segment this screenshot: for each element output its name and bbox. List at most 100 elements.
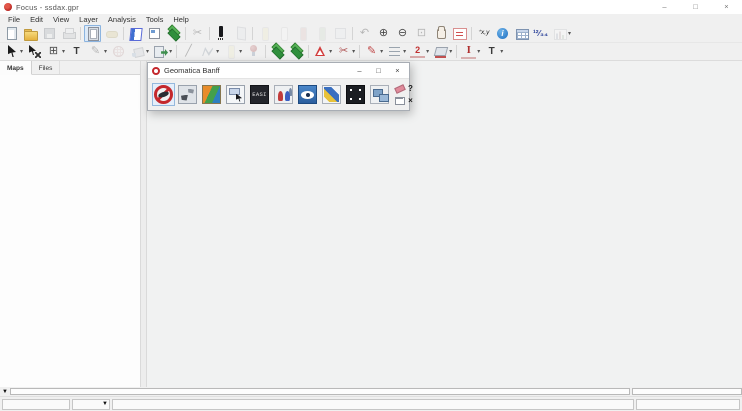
menu-analysis[interactable]: Analysis: [103, 14, 141, 25]
dropdown-arrow-icon[interactable]: ▾: [329, 48, 332, 55]
explorer-button[interactable]: [272, 83, 295, 106]
numeric-values-button[interactable]: ¹²⁄₃₄: [532, 25, 549, 42]
chart-button[interactable]: ▾: [551, 25, 572, 42]
identify-button[interactable]: i: [494, 25, 511, 42]
map-mosaic-button[interactable]: [200, 83, 223, 106]
zoom-scale-button[interactable]: [451, 25, 468, 42]
maximize-button[interactable]: □: [680, 0, 711, 14]
scroll-corner-button[interactable]: ▼: [0, 387, 10, 396]
tab-maps[interactable]: Maps: [0, 61, 32, 75]
zoom-in-button[interactable]: ⊕: [375, 25, 392, 42]
polyline-tool-button[interactable]: ▾: [199, 43, 220, 60]
dropdown-arrow-icon[interactable]: ▾: [426, 48, 429, 55]
close-tools-button[interactable]: ×: [405, 94, 416, 106]
dropdown-arrow-icon[interactable]: ▾: [169, 48, 172, 55]
line-style-button[interactable]: ▾: [386, 43, 407, 60]
status-dropdown-icon[interactable]: ▼: [102, 401, 109, 407]
print-button[interactable]: [60, 25, 77, 42]
dropdown-arrow-icon[interactable]: ▾: [568, 30, 571, 37]
tab-files[interactable]: Files: [32, 61, 61, 74]
modeler-button[interactable]: [224, 83, 247, 106]
import-layer-button[interactable]: ▾: [152, 43, 173, 60]
palette-green-button[interactable]: [313, 25, 330, 42]
banff-maximize-button[interactable]: □: [369, 63, 388, 78]
fly-button[interactable]: [296, 83, 319, 106]
fill-bucket-button[interactable]: ▾: [129, 43, 150, 60]
menu-help[interactable]: Help: [168, 14, 193, 25]
text-italic-style-button[interactable]: I▾: [460, 43, 481, 60]
swipe-button[interactable]: [213, 25, 230, 42]
clip-tool-button[interactable]: ✂▾: [335, 43, 356, 60]
fill-style-button[interactable]: ▾: [432, 43, 453, 60]
close-button[interactable]: ×: [711, 0, 742, 14]
text-tool-button[interactable]: T: [68, 43, 85, 60]
select-button[interactable]: ▾: [3, 43, 24, 60]
attribute-table-button[interactable]: [513, 25, 530, 42]
panel-splitter[interactable]: [140, 61, 147, 387]
focus-button[interactable]: [152, 83, 175, 106]
dropdown-arrow-icon[interactable]: ▾: [380, 48, 383, 55]
style-pencil-button[interactable]: ✎▾: [363, 43, 384, 60]
open-button[interactable]: [22, 25, 39, 42]
dropdown-arrow-icon[interactable]: ▾: [216, 48, 219, 55]
license-button[interactable]: [394, 82, 405, 94]
label-style-button[interactable]: 2▾: [409, 43, 430, 60]
dropdown-arrow-icon[interactable]: ▾: [239, 48, 242, 55]
minimize-button[interactable]: –: [649, 0, 680, 14]
frame-button[interactable]: [344, 83, 367, 106]
banff-minimize-button[interactable]: –: [350, 63, 369, 78]
palette-gray-button[interactable]: [275, 25, 292, 42]
dropdown-arrow-icon[interactable]: ▾: [352, 48, 355, 55]
page-flip-button[interactable]: [232, 25, 249, 42]
easi-button[interactable]: EASI: [248, 83, 271, 106]
text-style-button[interactable]: T▾: [483, 43, 504, 60]
banff-title-bar[interactable]: Geomatica Banff – □ ×: [148, 63, 409, 79]
layer-front-button[interactable]: [269, 43, 286, 60]
save-button[interactable]: [41, 25, 58, 42]
horizontal-scrollbar-right[interactable]: [632, 388, 742, 395]
graticule-button[interactable]: [110, 43, 127, 60]
menu-tools[interactable]: Tools: [141, 14, 169, 25]
dropdown-arrow-icon[interactable]: ▾: [20, 48, 23, 55]
layers-button[interactable]: [165, 25, 182, 42]
dropdown-arrow-icon[interactable]: ▾: [449, 48, 452, 55]
pan-button[interactable]: [432, 25, 449, 42]
new-project-button[interactable]: [3, 25, 20, 42]
edit-vertex-button[interactable]: [26, 43, 43, 60]
cursor-position-button[interactable]: ⁺x,y: [475, 25, 492, 42]
banff-close-button[interactable]: ×: [388, 63, 407, 78]
workstation-button[interactable]: [368, 83, 391, 106]
menu-view[interactable]: View: [48, 14, 74, 25]
orthoengine-button[interactable]: [176, 83, 199, 106]
clipboard-button[interactable]: [84, 25, 101, 42]
dropdown-arrow-icon[interactable]: ▾: [62, 48, 65, 55]
dropdown-arrow-icon[interactable]: ▾: [477, 48, 480, 55]
horizontal-scrollbar[interactable]: [10, 388, 630, 395]
zoom-full-button[interactable]: ⊡: [413, 25, 430, 42]
draw-button[interactable]: ✎▾: [87, 43, 108, 60]
panel-button[interactable]: [394, 94, 405, 106]
properties-button[interactable]: [146, 25, 163, 42]
symbol-tool-button[interactable]: [245, 43, 262, 60]
zoom-out-button[interactable]: ⊖: [394, 25, 411, 42]
palette-yellow-button[interactable]: [256, 25, 273, 42]
menu-file[interactable]: File: [3, 14, 25, 25]
pan-grid-button[interactable]: ⊞▾: [45, 43, 66, 60]
window-view-button[interactable]: [332, 25, 349, 42]
undo-view-button[interactable]: ↶: [356, 25, 373, 42]
dropdown-arrow-icon[interactable]: ▾: [104, 48, 107, 55]
palette-red-button[interactable]: [294, 25, 311, 42]
line-tool-button[interactable]: ╱: [180, 43, 197, 60]
sidebar-content[interactable]: [0, 75, 140, 387]
link-button[interactable]: [103, 25, 120, 42]
dropdown-arrow-icon[interactable]: ▾: [500, 48, 503, 55]
dropdown-arrow-icon[interactable]: ▾: [146, 48, 149, 55]
area-select-button[interactable]: ▾: [312, 43, 333, 60]
layer-back-button[interactable]: [288, 43, 305, 60]
menu-layer[interactable]: Layer: [74, 14, 103, 25]
menu-edit[interactable]: Edit: [25, 14, 48, 25]
cut-button[interactable]: ✂: [189, 25, 206, 42]
shape-tool-button[interactable]: ▾: [222, 43, 243, 60]
help-button[interactable]: ?: [405, 82, 416, 94]
notes-button[interactable]: [127, 25, 144, 42]
